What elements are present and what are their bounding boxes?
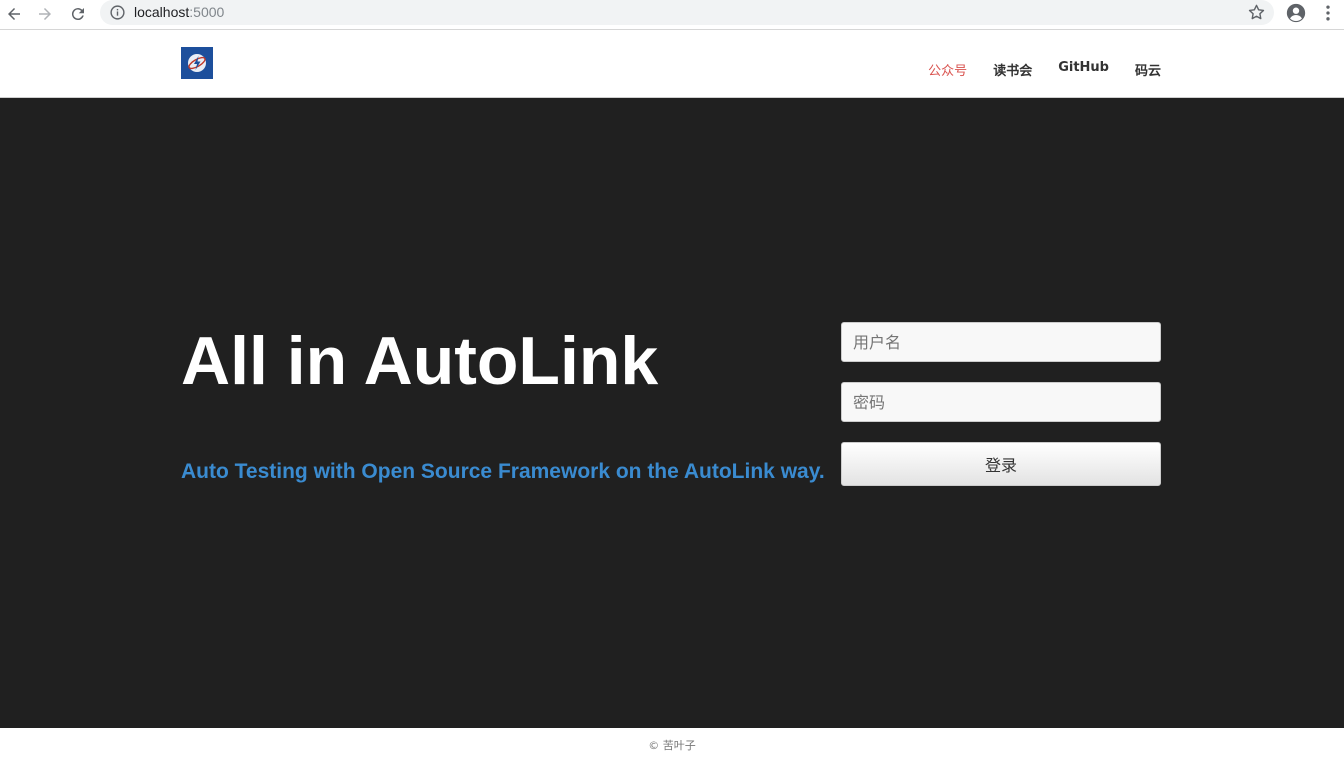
profile-icon[interactable] xyxy=(1285,2,1307,24)
browser-toolbar: localhost:5000 xyxy=(0,0,1344,30)
back-icon[interactable] xyxy=(3,3,25,25)
hero-subtitle: Auto Testing with Open Source Framework … xyxy=(181,460,825,483)
login-button[interactable]: 登录 xyxy=(841,442,1161,486)
nav-link-github[interactable]: GitHub xyxy=(1058,60,1109,79)
username-input[interactable] xyxy=(841,322,1161,362)
info-icon[interactable] xyxy=(109,4,126,21)
url-port: :5000 xyxy=(189,4,225,20)
nav-link-gitee[interactable]: 码云 xyxy=(1135,60,1161,79)
site-header: 公众号 读书会 GitHub 码云 xyxy=(0,31,1344,98)
login-form: 登录 xyxy=(841,322,1161,486)
footer: © 苦叶子 xyxy=(0,728,1344,768)
password-input[interactable] xyxy=(841,382,1161,422)
copyright-text: © 苦叶子 xyxy=(648,739,696,752)
nav-link-reading-club[interactable]: 读书会 xyxy=(993,60,1032,79)
star-icon[interactable] xyxy=(1247,3,1266,22)
reload-icon[interactable] xyxy=(67,3,89,25)
url-host: localhost xyxy=(134,4,190,20)
forward-icon[interactable] xyxy=(34,3,56,25)
hero-section: All in AutoLink Auto Testing with Open S… xyxy=(0,98,1344,728)
logo-icon[interactable] xyxy=(181,47,213,79)
address-bar[interactable]: localhost:5000 xyxy=(100,0,1274,25)
hero-title: All in AutoLink xyxy=(181,323,659,399)
url-text: localhost:5000 xyxy=(134,4,224,20)
menu-icon[interactable] xyxy=(1318,3,1338,23)
top-nav: 公众号 读书会 GitHub 码云 xyxy=(928,60,1161,79)
nav-link-wechat[interactable]: 公众号 xyxy=(928,60,967,79)
